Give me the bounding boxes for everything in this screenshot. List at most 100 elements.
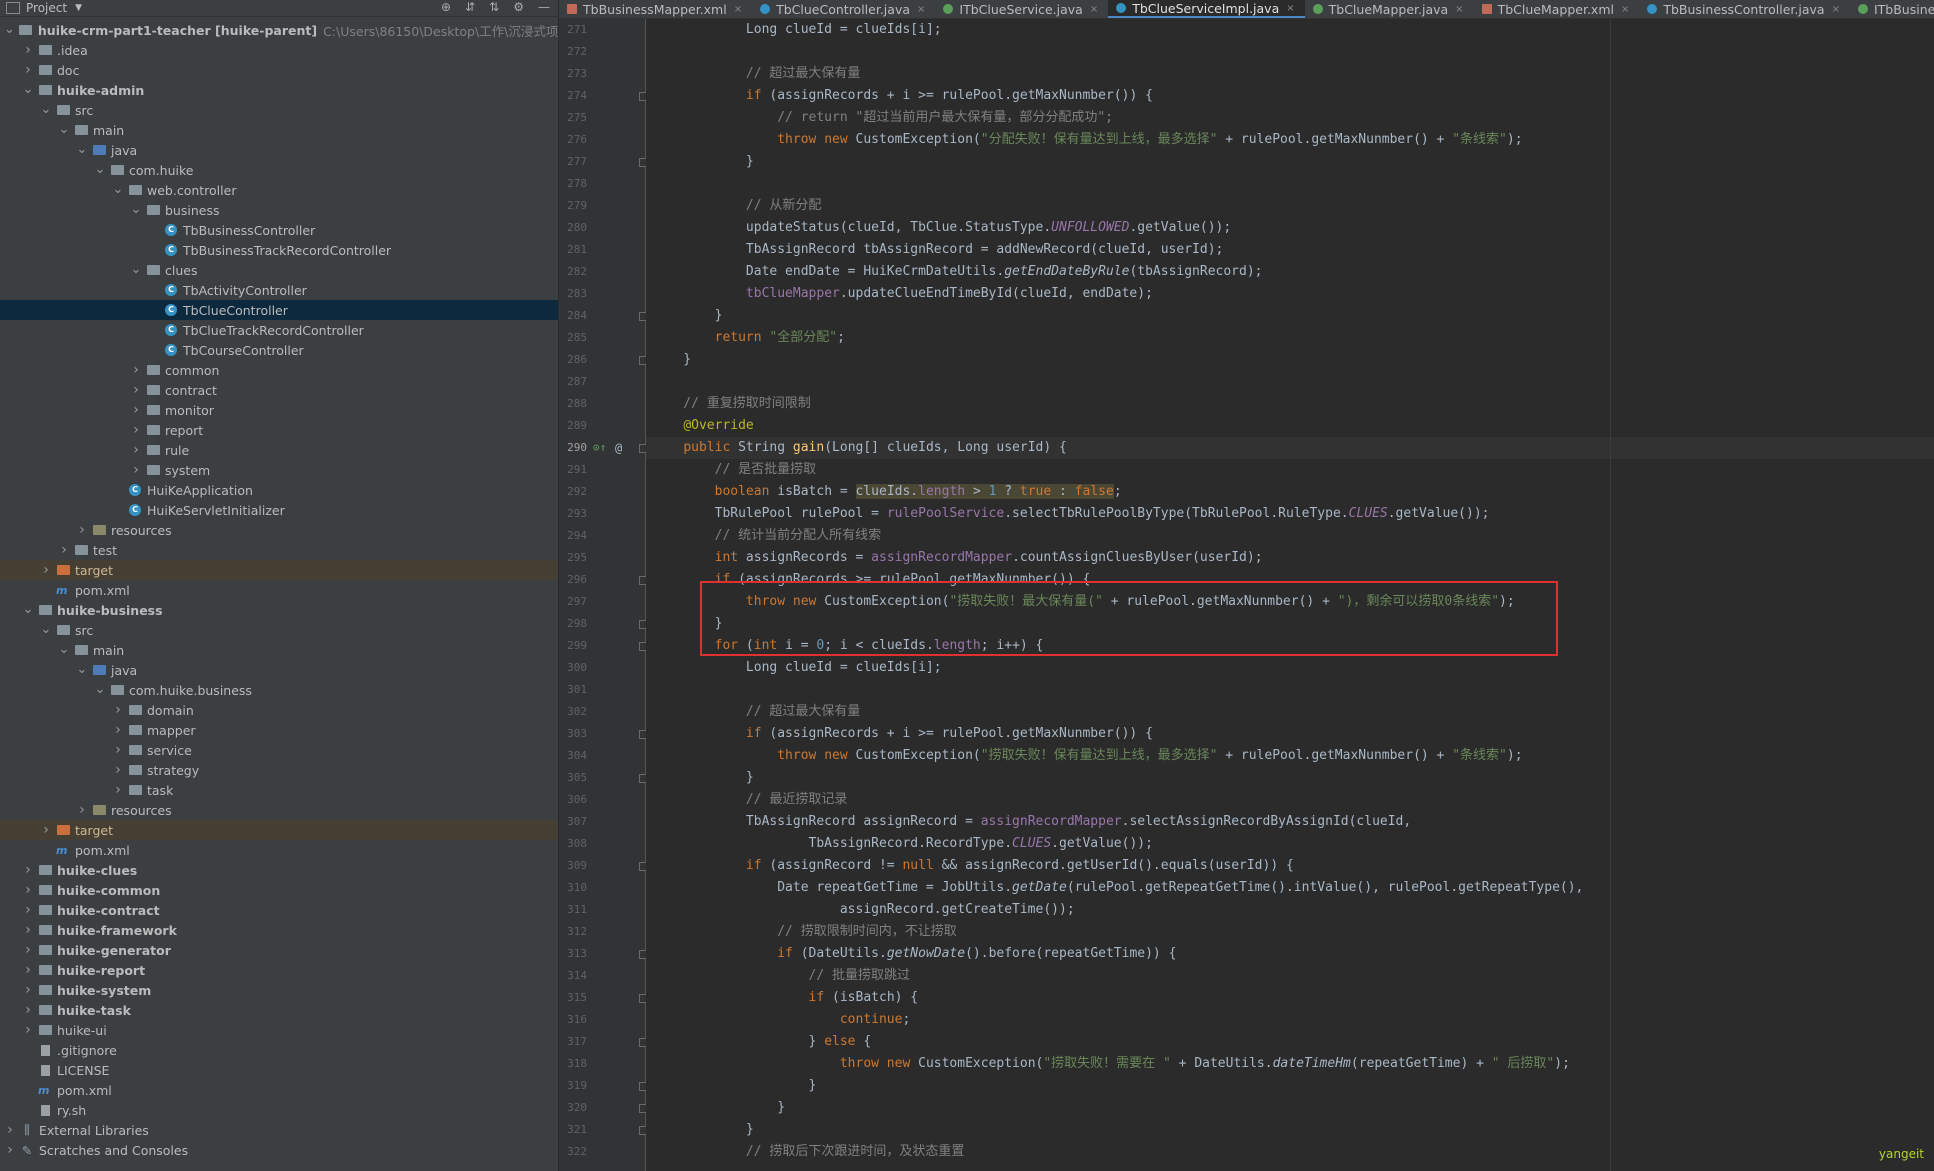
- tree-item[interactable]: › huike-clues: [0, 860, 558, 880]
- tree-item[interactable]: ⌄ src: [0, 620, 558, 640]
- editor-tab[interactable]: TbClueController.java ×: [752, 0, 935, 18]
- editor-tab[interactable]: TbClueMapper.xml ×: [1474, 0, 1640, 18]
- gutter-line[interactable]: 285: [559, 327, 645, 349]
- tree-item[interactable]: › domain: [0, 700, 558, 720]
- tree-item[interactable]: › huike-contract: [0, 900, 558, 920]
- gutter-line[interactable]: 307: [559, 811, 645, 833]
- code-line[interactable]: // 批量捞取跳过: [646, 965, 1934, 987]
- chevron-right-icon[interactable]: ›: [130, 442, 142, 458]
- code-line[interactable]: // 超过最大保有量: [646, 63, 1934, 85]
- gutter-line[interactable]: 271: [559, 19, 645, 41]
- gutter-line[interactable]: 315: [559, 987, 648, 1009]
- gutter-line[interactable]: 283: [559, 283, 645, 305]
- tree-item[interactable]: ›CTbBusinessTrackRecordController: [0, 240, 558, 260]
- gutter-line[interactable]: 272: [559, 41, 645, 63]
- chevron-right-icon[interactable]: ›: [130, 402, 142, 418]
- chevron-down-icon[interactable]: ⌄: [112, 183, 124, 196]
- code-line[interactable]: return "全部分配";: [646, 327, 1934, 349]
- tree-item[interactable]: ⌄ main: [0, 640, 558, 660]
- tree-item[interactable]: ⌄ com.huike.business: [0, 680, 558, 700]
- code-line[interactable]: // 从新分配: [646, 195, 1934, 217]
- chevron-right-icon[interactable]: ›: [22, 62, 34, 78]
- code-line[interactable]: if (assignRecords >= rulePool.getMaxNunm…: [646, 569, 1934, 591]
- gutter-line[interactable]: 319: [559, 1075, 648, 1097]
- tree-item[interactable]: ⌄ huike-admin: [0, 80, 558, 100]
- gutter-line[interactable]: 280: [559, 217, 645, 239]
- tree-item[interactable]: ⌄ business: [0, 200, 558, 220]
- chevron-right-icon[interactable]: ›: [4, 1142, 16, 1158]
- locate-icon[interactable]: ⊕: [441, 0, 451, 14]
- tree-item[interactable]: › strategy: [0, 760, 558, 780]
- code-line[interactable]: // 是否批量捞取: [646, 459, 1934, 481]
- code-editor[interactable]: Long clueId = clueIds[i]; // 超过最大保有量 if …: [646, 19, 1934, 1171]
- gutter-line[interactable]: 276: [559, 129, 645, 151]
- code-line[interactable]: [646, 679, 1934, 701]
- gutter-line[interactable]: 314: [559, 965, 645, 987]
- chevron-right-icon[interactable]: ›: [40, 822, 52, 838]
- gutter-line[interactable]: 295: [559, 547, 645, 569]
- gutter-line[interactable]: 286: [559, 349, 648, 371]
- close-icon[interactable]: ×: [1286, 3, 1294, 14]
- expand-all-icon[interactable]: ⇵: [465, 0, 475, 14]
- tree-item[interactable]: › contract: [0, 380, 558, 400]
- code-line[interactable]: TbAssignRecord tbAssignRecord = addNewRe…: [646, 239, 1934, 261]
- tree-item[interactable]: ›ry.sh: [0, 1100, 558, 1120]
- chevron-right-icon[interactable]: ›: [130, 462, 142, 478]
- chevron-right-icon[interactable]: ›: [22, 862, 34, 878]
- tree-item[interactable]: ⌄ java: [0, 660, 558, 680]
- code-line[interactable]: for (int i = 0; i < clueIds.length; i++)…: [646, 635, 1934, 657]
- tree-item[interactable]: ›CTbClueController: [0, 300, 558, 320]
- tree-item[interactable]: › resources: [0, 520, 558, 540]
- gutter-line[interactable]: 275: [559, 107, 645, 129]
- tree-item[interactable]: › ⫼ External Libraries: [0, 1120, 558, 1140]
- chevron-right-icon[interactable]: ›: [22, 962, 34, 978]
- chevron-right-icon[interactable]: ›: [112, 782, 124, 798]
- gutter-line[interactable]: 311: [559, 899, 645, 921]
- editor-tab[interactable]: ITbBusinessService.ja×: [1850, 0, 1934, 18]
- code-line[interactable]: if (assignRecord != null && assignRecord…: [646, 855, 1934, 877]
- chevron-down-icon[interactable]: ⌄: [4, 23, 15, 36]
- close-icon[interactable]: ×: [917, 4, 925, 15]
- code-line[interactable]: TbAssignRecord.RecordType.CLUES.getValue…: [646, 833, 1934, 855]
- gutter-line[interactable]: 309: [559, 855, 648, 877]
- editor-tab[interactable]: TbBusinessMapper.xml ×: [559, 0, 752, 18]
- code-line[interactable]: assignRecord.getCreateTime());: [646, 899, 1934, 921]
- tree-item[interactable]: › huike-system: [0, 980, 558, 1000]
- tree-item[interactable]: ⌄ src: [0, 100, 558, 120]
- gutter-line[interactable]: 301: [559, 679, 645, 701]
- gutter-line[interactable]: 310: [559, 877, 645, 899]
- tree-item[interactable]: › .idea: [0, 40, 558, 60]
- code-line[interactable]: TbAssignRecord assignRecord = assignReco…: [646, 811, 1934, 833]
- code-line[interactable]: public String gain(Long[] clueIds, Long …: [646, 437, 1934, 459]
- tree-item[interactable]: › huike-generator: [0, 940, 558, 960]
- tree-item[interactable]: › resources: [0, 800, 558, 820]
- chevron-down-icon[interactable]: ⌄: [76, 663, 88, 676]
- chevron-right-icon[interactable]: ›: [112, 722, 124, 738]
- tree-item[interactable]: › huike-framework: [0, 920, 558, 940]
- gutter-line[interactable]: 293: [559, 503, 645, 525]
- code-line[interactable]: throw new CustomException("捞取失败！保有量达到上线，…: [646, 745, 1934, 767]
- tree-item[interactable]: ⌄ huike-crm-part1-teacher [huike-parent] C…: [0, 20, 558, 40]
- gutter-line[interactable]: 277: [559, 151, 648, 173]
- gutter-line[interactable]: 282: [559, 261, 645, 283]
- gutter-line[interactable]: 300: [559, 657, 645, 679]
- code-line[interactable]: Date endDate = HuiKeCrmDateUtils.getEndD…: [646, 261, 1934, 283]
- code-line[interactable]: }: [646, 767, 1934, 789]
- tree-item[interactable]: › huike-report: [0, 960, 558, 980]
- tree-item[interactable]: ›CHuiKeApplication: [0, 480, 558, 500]
- chevron-right-icon[interactable]: ›: [130, 362, 142, 378]
- tree-item[interactable]: ⌄ java: [0, 140, 558, 160]
- chevron-down-icon[interactable]: ▼: [75, 3, 82, 13]
- gutter-line[interactable]: 298: [559, 613, 648, 635]
- gutter-line[interactable]: 318: [559, 1053, 645, 1075]
- gutter-line[interactable]: 317: [559, 1031, 648, 1053]
- code-line[interactable]: }: [646, 613, 1934, 635]
- chevron-down-icon[interactable]: ⌄: [94, 163, 106, 176]
- tree-item[interactable]: ›mpom.xml: [0, 1080, 558, 1100]
- code-line[interactable]: throw new CustomException("捞取失败！需要在 " + …: [646, 1053, 1934, 1075]
- chevron-down-icon[interactable]: ⌄: [76, 143, 88, 156]
- gutter-line[interactable]: 321: [559, 1119, 648, 1141]
- tree-item[interactable]: › task: [0, 780, 558, 800]
- chevron-right-icon[interactable]: ›: [130, 422, 142, 438]
- chevron-right-icon[interactable]: ›: [22, 922, 34, 938]
